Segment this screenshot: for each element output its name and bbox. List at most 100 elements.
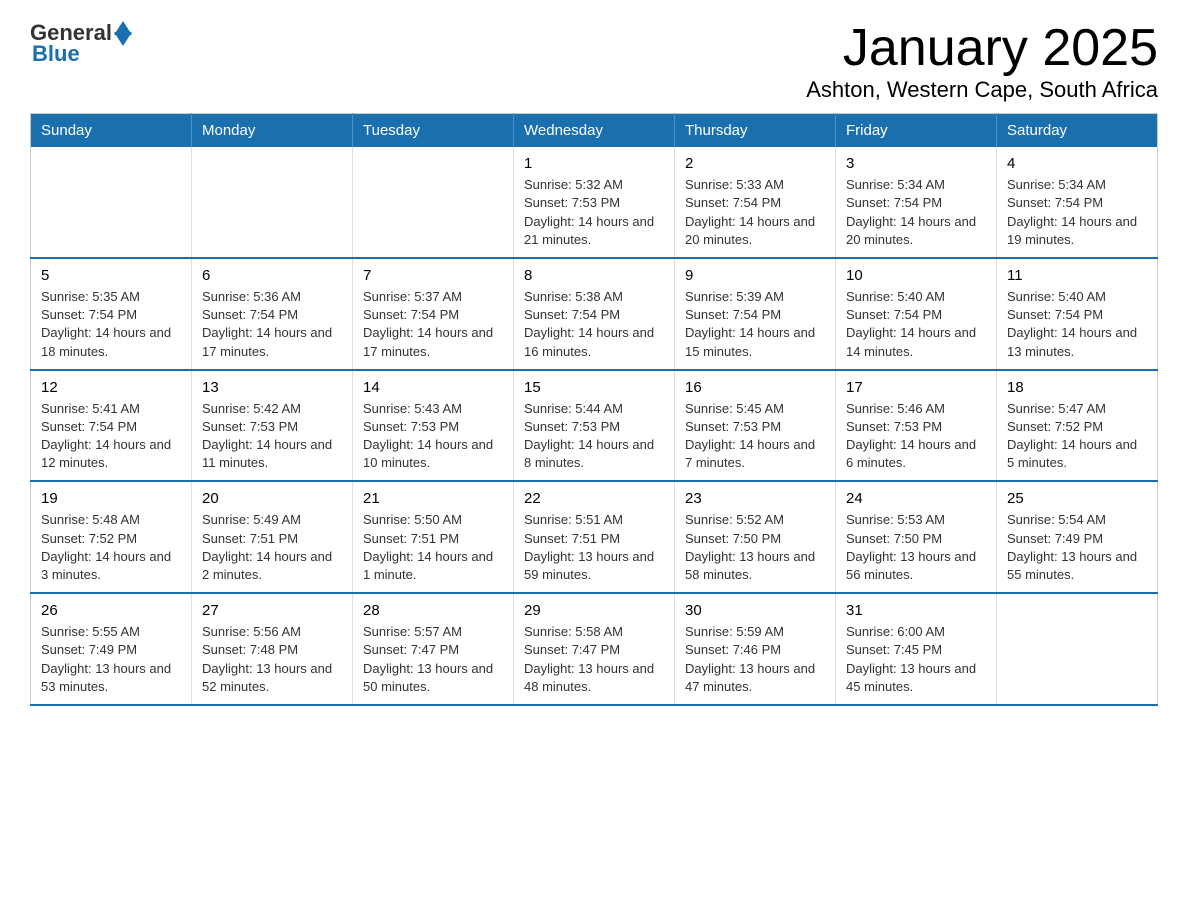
calendar-cell: 15 Sunrise: 5:44 AMSunset: 7:53 PMDaylig…: [514, 370, 675, 482]
calendar-header-row: SundayMondayTuesdayWednesdayThursdayFrid…: [31, 114, 1158, 148]
day-number: 27: [202, 602, 342, 619]
day-number: 16: [685, 379, 825, 396]
day-info: Sunrise: 5:55 AMSunset: 7:49 PMDaylight:…: [41, 623, 181, 696]
calendar-cell: 29 Sunrise: 5:58 AMSunset: 7:47 PMDaylig…: [514, 593, 675, 705]
calendar-cell: 27 Sunrise: 5:56 AMSunset: 7:48 PMDaylig…: [192, 593, 353, 705]
calendar-cell: 26 Sunrise: 5:55 AMSunset: 7:49 PMDaylig…: [31, 593, 192, 705]
day-info: Sunrise: 5:50 AMSunset: 7:51 PMDaylight:…: [363, 511, 503, 584]
page-header: General Blue January 2025 Ashton, Wester…: [30, 20, 1158, 103]
day-number: 9: [685, 267, 825, 284]
day-info: Sunrise: 5:40 AMSunset: 7:54 PMDaylight:…: [846, 288, 986, 361]
calendar-cell: 1 Sunrise: 5:32 AMSunset: 7:53 PMDayligh…: [514, 147, 675, 258]
calendar-cell: 2 Sunrise: 5:33 AMSunset: 7:54 PMDayligh…: [675, 147, 836, 258]
calendar-week-row: 1 Sunrise: 5:32 AMSunset: 7:53 PMDayligh…: [31, 147, 1158, 258]
day-number: 1: [524, 155, 664, 172]
calendar-week-row: 19 Sunrise: 5:48 AMSunset: 7:52 PMDaylig…: [31, 481, 1158, 593]
calendar-cell: 3 Sunrise: 5:34 AMSunset: 7:54 PMDayligh…: [836, 147, 997, 258]
day-number: 21: [363, 490, 503, 507]
calendar-cell: 21 Sunrise: 5:50 AMSunset: 7:51 PMDaylig…: [353, 481, 514, 593]
day-info: Sunrise: 5:47 AMSunset: 7:52 PMDaylight:…: [1007, 400, 1147, 473]
calendar-cell: 7 Sunrise: 5:37 AMSunset: 7:54 PMDayligh…: [353, 258, 514, 370]
day-info: Sunrise: 5:34 AMSunset: 7:54 PMDaylight:…: [846, 176, 986, 249]
calendar-cell: [31, 147, 192, 258]
calendar-cell: 10 Sunrise: 5:40 AMSunset: 7:54 PMDaylig…: [836, 258, 997, 370]
calendar-cell: 22 Sunrise: 5:51 AMSunset: 7:51 PMDaylig…: [514, 481, 675, 593]
day-number: 31: [846, 602, 986, 619]
day-number: 6: [202, 267, 342, 284]
weekday-header: Friday: [836, 114, 997, 148]
logo-blue-text: Blue: [30, 41, 80, 67]
day-number: 26: [41, 602, 181, 619]
day-info: Sunrise: 5:41 AMSunset: 7:54 PMDaylight:…: [41, 400, 181, 473]
day-info: Sunrise: 5:35 AMSunset: 7:54 PMDaylight:…: [41, 288, 181, 361]
day-number: 8: [524, 267, 664, 284]
calendar-cell: 17 Sunrise: 5:46 AMSunset: 7:53 PMDaylig…: [836, 370, 997, 482]
calendar-cell: 18 Sunrise: 5:47 AMSunset: 7:52 PMDaylig…: [997, 370, 1158, 482]
page-subtitle: Ashton, Western Cape, South Africa: [806, 77, 1158, 103]
day-number: 20: [202, 490, 342, 507]
day-info: Sunrise: 5:34 AMSunset: 7:54 PMDaylight:…: [1007, 176, 1147, 249]
weekday-header: Sunday: [31, 114, 192, 148]
calendar-cell: 9 Sunrise: 5:39 AMSunset: 7:54 PMDayligh…: [675, 258, 836, 370]
weekday-header: Monday: [192, 114, 353, 148]
day-number: 28: [363, 602, 503, 619]
day-info: Sunrise: 5:36 AMSunset: 7:54 PMDaylight:…: [202, 288, 342, 361]
day-number: 19: [41, 490, 181, 507]
day-number: 15: [524, 379, 664, 396]
day-info: Sunrise: 5:32 AMSunset: 7:53 PMDaylight:…: [524, 176, 664, 249]
calendar-cell: [192, 147, 353, 258]
calendar-cell: 4 Sunrise: 5:34 AMSunset: 7:54 PMDayligh…: [997, 147, 1158, 258]
day-info: Sunrise: 5:45 AMSunset: 7:53 PMDaylight:…: [685, 400, 825, 473]
day-number: 24: [846, 490, 986, 507]
weekday-header: Thursday: [675, 114, 836, 148]
calendar-cell: 25 Sunrise: 5:54 AMSunset: 7:49 PMDaylig…: [997, 481, 1158, 593]
calendar-cell: 30 Sunrise: 5:59 AMSunset: 7:46 PMDaylig…: [675, 593, 836, 705]
day-info: Sunrise: 5:42 AMSunset: 7:53 PMDaylight:…: [202, 400, 342, 473]
day-number: 12: [41, 379, 181, 396]
day-info: Sunrise: 5:57 AMSunset: 7:47 PMDaylight:…: [363, 623, 503, 696]
day-info: Sunrise: 5:49 AMSunset: 7:51 PMDaylight:…: [202, 511, 342, 584]
day-info: Sunrise: 5:43 AMSunset: 7:53 PMDaylight:…: [363, 400, 503, 473]
day-info: Sunrise: 5:46 AMSunset: 7:53 PMDaylight:…: [846, 400, 986, 473]
day-number: 10: [846, 267, 986, 284]
day-number: 4: [1007, 155, 1147, 172]
calendar-cell: 20 Sunrise: 5:49 AMSunset: 7:51 PMDaylig…: [192, 481, 353, 593]
day-info: Sunrise: 5:33 AMSunset: 7:54 PMDaylight:…: [685, 176, 825, 249]
calendar-cell: 11 Sunrise: 5:40 AMSunset: 7:54 PMDaylig…: [997, 258, 1158, 370]
day-number: 25: [1007, 490, 1147, 507]
day-number: 22: [524, 490, 664, 507]
calendar-cell: 19 Sunrise: 5:48 AMSunset: 7:52 PMDaylig…: [31, 481, 192, 593]
day-info: Sunrise: 5:48 AMSunset: 7:52 PMDaylight:…: [41, 511, 181, 584]
calendar-cell: 6 Sunrise: 5:36 AMSunset: 7:54 PMDayligh…: [192, 258, 353, 370]
calendar-cell: 28 Sunrise: 5:57 AMSunset: 7:47 PMDaylig…: [353, 593, 514, 705]
page-title: January 2025: [806, 20, 1158, 77]
calendar-cell: 16 Sunrise: 5:45 AMSunset: 7:53 PMDaylig…: [675, 370, 836, 482]
day-info: Sunrise: 5:38 AMSunset: 7:54 PMDaylight:…: [524, 288, 664, 361]
calendar-cell: 5 Sunrise: 5:35 AMSunset: 7:54 PMDayligh…: [31, 258, 192, 370]
day-number: 17: [846, 379, 986, 396]
day-info: Sunrise: 5:58 AMSunset: 7:47 PMDaylight:…: [524, 623, 664, 696]
calendar-table: SundayMondayTuesdayWednesdayThursdayFrid…: [30, 113, 1158, 706]
day-info: Sunrise: 5:37 AMSunset: 7:54 PMDaylight:…: [363, 288, 503, 361]
day-info: Sunrise: 5:44 AMSunset: 7:53 PMDaylight:…: [524, 400, 664, 473]
day-info: Sunrise: 5:53 AMSunset: 7:50 PMDaylight:…: [846, 511, 986, 584]
calendar-cell: 13 Sunrise: 5:42 AMSunset: 7:53 PMDaylig…: [192, 370, 353, 482]
day-info: Sunrise: 5:56 AMSunset: 7:48 PMDaylight:…: [202, 623, 342, 696]
calendar-week-row: 12 Sunrise: 5:41 AMSunset: 7:54 PMDaylig…: [31, 370, 1158, 482]
day-number: 14: [363, 379, 503, 396]
weekday-header: Tuesday: [353, 114, 514, 148]
calendar-week-row: 26 Sunrise: 5:55 AMSunset: 7:49 PMDaylig…: [31, 593, 1158, 705]
day-number: 2: [685, 155, 825, 172]
calendar-cell: [353, 147, 514, 258]
title-block: January 2025 Ashton, Western Cape, South…: [806, 20, 1158, 103]
day-number: 18: [1007, 379, 1147, 396]
calendar-cell: 12 Sunrise: 5:41 AMSunset: 7:54 PMDaylig…: [31, 370, 192, 482]
day-info: Sunrise: 5:52 AMSunset: 7:50 PMDaylight:…: [685, 511, 825, 584]
weekday-header: Wednesday: [514, 114, 675, 148]
day-number: 13: [202, 379, 342, 396]
calendar-week-row: 5 Sunrise: 5:35 AMSunset: 7:54 PMDayligh…: [31, 258, 1158, 370]
day-number: 11: [1007, 267, 1147, 284]
calendar-cell: 23 Sunrise: 5:52 AMSunset: 7:50 PMDaylig…: [675, 481, 836, 593]
calendar-cell: [997, 593, 1158, 705]
day-info: Sunrise: 5:54 AMSunset: 7:49 PMDaylight:…: [1007, 511, 1147, 584]
